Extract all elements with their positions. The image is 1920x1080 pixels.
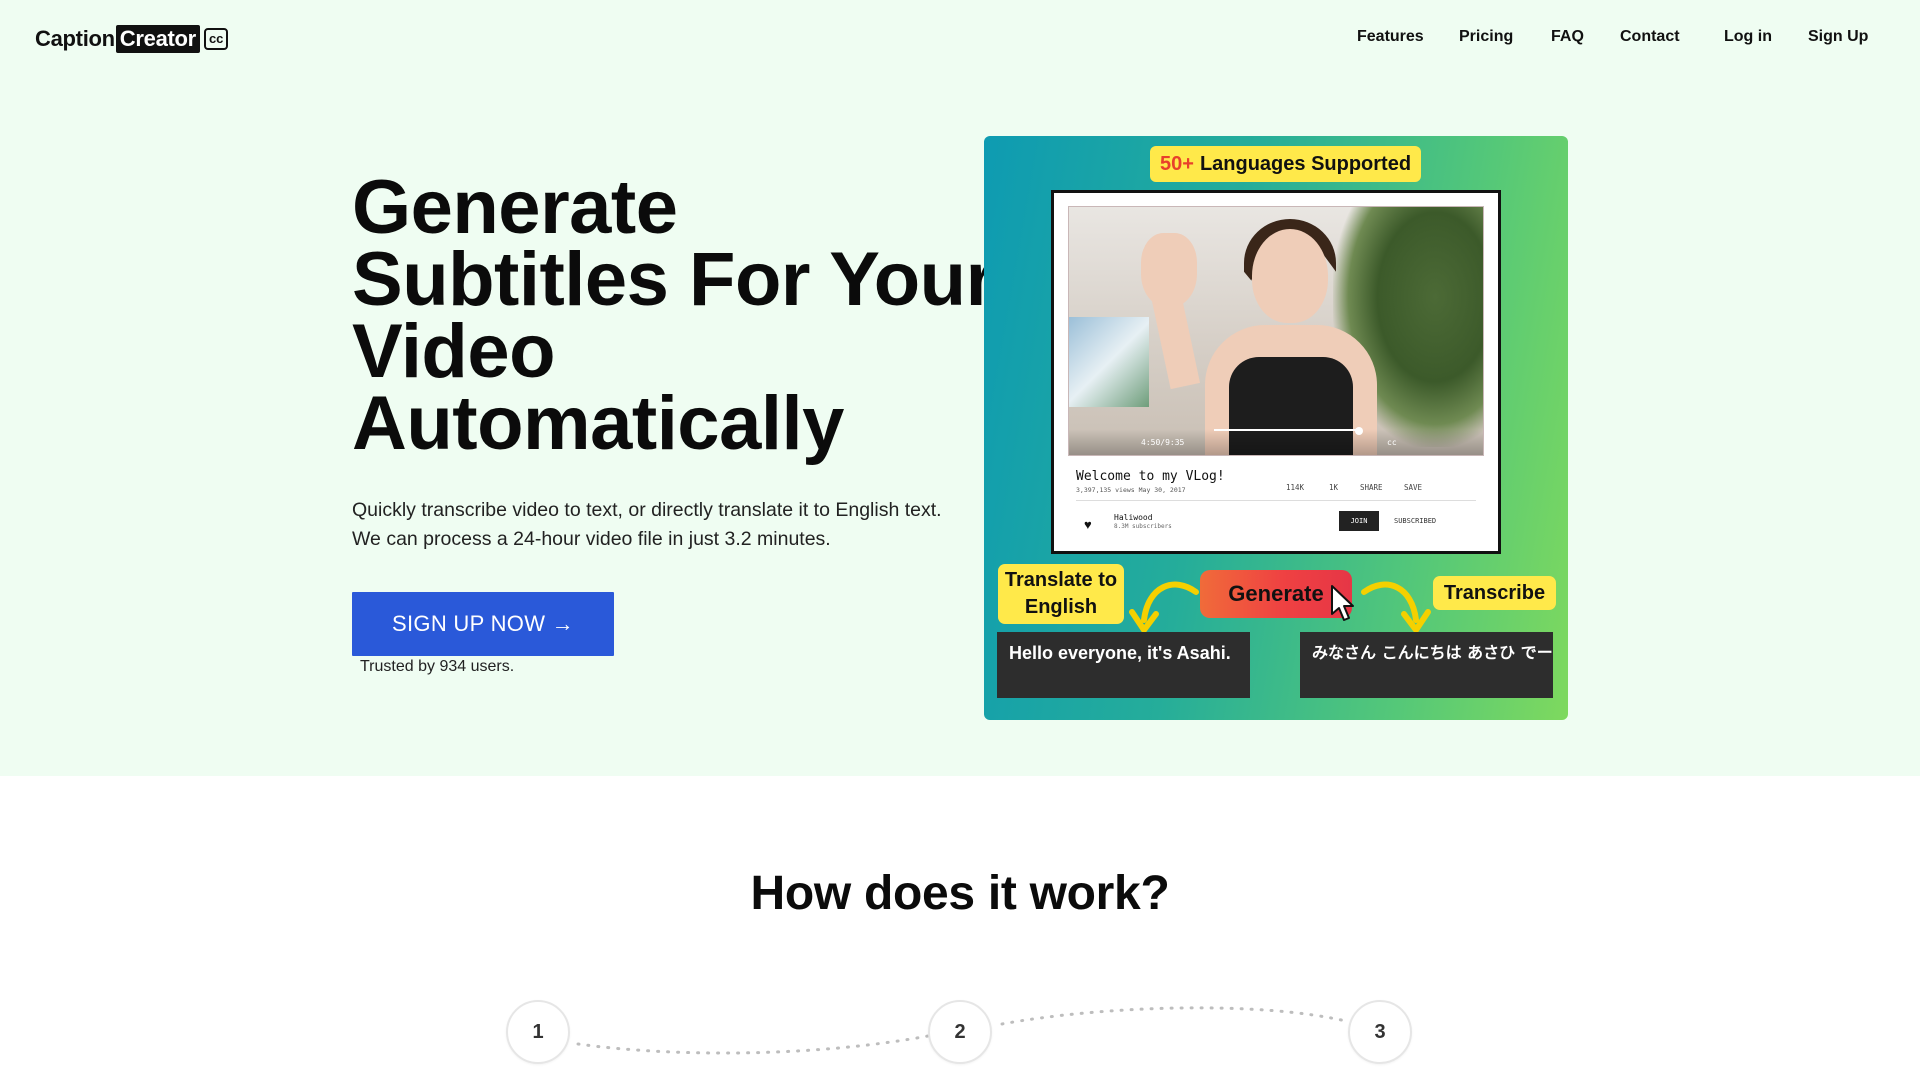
- nav-login[interactable]: Log in: [1724, 28, 1772, 46]
- hero-title-line2: Subtitles For Your: [352, 237, 995, 322]
- nav-contact[interactable]: Contact: [1620, 28, 1680, 46]
- video-subscribed-label: SUBSCRIBED: [1394, 517, 1437, 525]
- curved-arrow-left-icon: [1129, 581, 1199, 633]
- video-likes: 114K: [1286, 483, 1305, 492]
- nav-pricing[interactable]: Pricing: [1459, 28, 1513, 46]
- translate-to-english-tag: Translate to English: [998, 564, 1124, 624]
- languages-label: Languages Supported: [1199, 152, 1412, 175]
- languages-count: 50+: [1160, 152, 1194, 175]
- hero-description: Quickly transcribe video to text, or dir…: [352, 499, 942, 550]
- site-header: Caption Creator cc Features Pricing FAQ …: [0, 0, 1920, 78]
- hero-title-line1: Generate: [352, 165, 678, 250]
- hero-title-line3: Video: [352, 309, 556, 394]
- how-it-works-title: How does it work?: [750, 867, 1170, 920]
- video-channel: Haliwood 8.3M subscribers: [1114, 513, 1172, 531]
- hero-title-line2-rest: For Your: [668, 237, 995, 322]
- hero-title: Generate Subtitles For Your Video Automa…: [352, 165, 995, 466]
- step-3: 3: [1348, 1000, 1412, 1064]
- logo-text-caption: Caption: [35, 26, 115, 51]
- translate-tag-line2: English: [1024, 596, 1098, 618]
- heart-icon: ♥: [1084, 517, 1092, 532]
- hero-title-line4: Automatically: [352, 381, 844, 466]
- video-join-button: JOIN: [1339, 511, 1379, 531]
- video-player-mockup: 4:50/9:35 cc Welcome to my VLog! 3,397,1…: [1051, 190, 1501, 554]
- nav-features[interactable]: Features: [1357, 28, 1424, 46]
- english-caption-box: Hello everyone, it's Asahi.: [997, 632, 1250, 698]
- video-save: SAVE: [1404, 483, 1423, 492]
- logo-text-creator: Creator: [115, 25, 200, 53]
- promo-illustration: 50+ Languages Supported 4:50/9:35 cc Wel…: [984, 136, 1568, 720]
- curved-arrow-right-icon: [1361, 581, 1431, 633]
- video-divider: [1076, 500, 1476, 501]
- nav-signup[interactable]: Sign Up: [1808, 28, 1868, 46]
- logo[interactable]: Caption Creator cc: [35, 24, 229, 54]
- video-title: Welcome to my VLog!: [1076, 469, 1225, 484]
- video-progress-handle: [1355, 427, 1363, 435]
- step-2: 2: [928, 1000, 992, 1064]
- languages-supported-badge: 50+ Languages Supported: [1150, 146, 1422, 182]
- channel-subscribers: 8.3M subscribers: [1114, 523, 1172, 530]
- wall-painting: [1069, 317, 1149, 407]
- mouse-cursor-icon: [1331, 585, 1354, 621]
- video-progress-bar: [1214, 429, 1359, 431]
- video-share: SHARE: [1360, 483, 1383, 492]
- person-face: [1252, 229, 1328, 323]
- hero-title-highlight: Subtitles: [352, 237, 669, 322]
- transcribe-tag: Transcribe: [1433, 576, 1556, 610]
- video-meta: 3,397,135 views May 30, 2017: [1076, 486, 1186, 494]
- sign-up-now-button[interactable]: SIGN UP NOW →: [352, 592, 614, 656]
- video-time: 4:50/9:35: [1141, 438, 1185, 447]
- channel-name: Haliwood: [1114, 513, 1153, 522]
- person-arm: [1151, 294, 1201, 390]
- video-controls: [1069, 429, 1483, 455]
- japanese-caption-box: みなさん こんにちは あさひ でーす: [1300, 632, 1553, 698]
- video-thumbnail: 4:50/9:35 cc: [1068, 206, 1484, 456]
- waving-hand: [1141, 233, 1197, 307]
- logo-cc-badge: cc: [203, 28, 229, 50]
- translate-tag-line1: Translate to: [1004, 569, 1118, 591]
- video-comments: 1K: [1329, 483, 1339, 492]
- video-cc-icon: cc: [1387, 438, 1397, 447]
- nav-faq[interactable]: FAQ: [1551, 28, 1584, 46]
- step-1: 1: [506, 1000, 570, 1064]
- trusted-users-text: Trusted by 934 users.: [360, 658, 515, 675]
